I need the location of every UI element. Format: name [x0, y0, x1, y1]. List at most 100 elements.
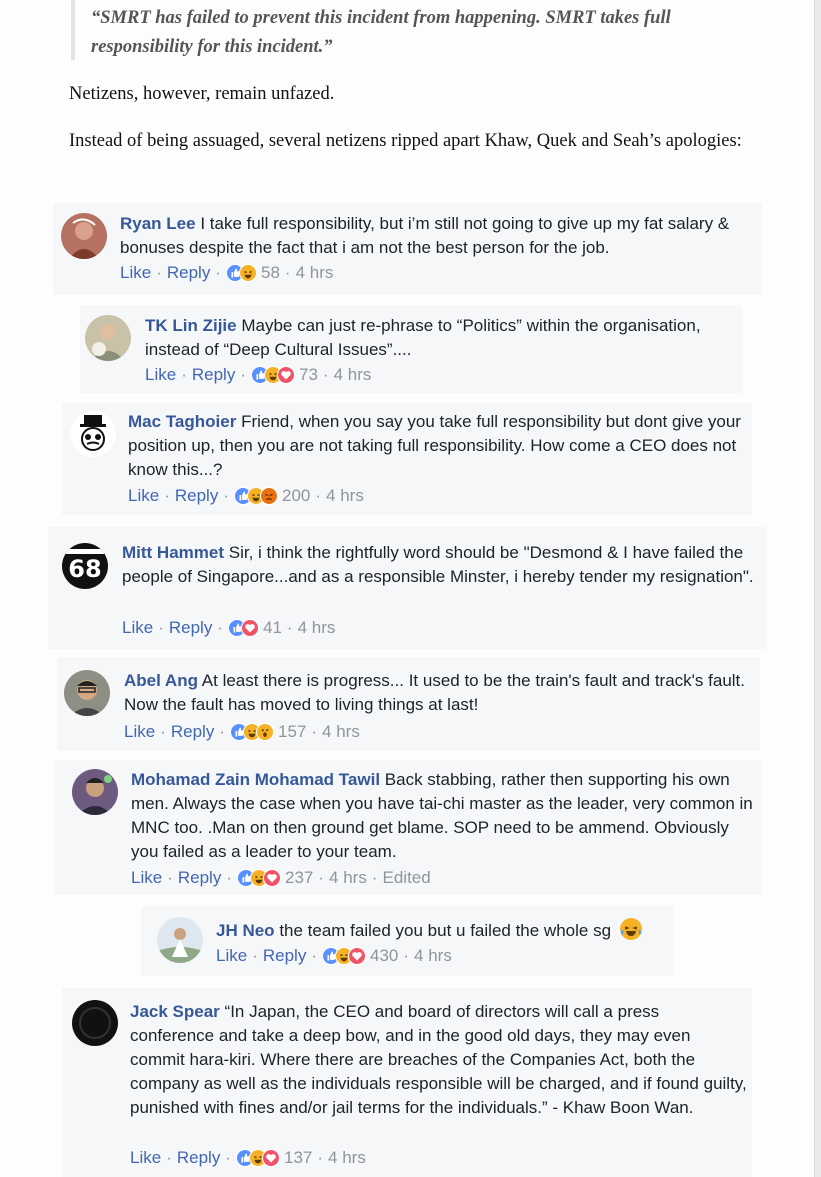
comment-author-link[interactable]: TK Lin Zijie [145, 316, 237, 335]
separator: · [226, 868, 232, 887]
comment-card: TK Lin Zijie Maybe can just re-phrase to… [80, 305, 742, 393]
reactions[interactable] [251, 366, 295, 384]
like-link[interactable]: Like [122, 618, 153, 638]
reply-link[interactable]: Reply [167, 263, 210, 283]
like-link[interactable]: Like [216, 946, 247, 966]
reply-link[interactable]: Reply [169, 618, 212, 638]
reactions[interactable] [237, 869, 281, 887]
avatar[interactable] [85, 315, 131, 361]
comment-body: Abel Ang At least there is progress... I… [124, 669, 756, 717]
timestamp[interactable]: 4 hrs [298, 618, 336, 638]
reply-link[interactable]: Reply [175, 486, 218, 506]
separator: · [311, 946, 317, 965]
comment-meta: Like · Reply · 137 · 4 hrs [130, 1148, 366, 1168]
like-link[interactable]: Like [120, 263, 151, 283]
separator: · [181, 365, 187, 384]
comment-author-link[interactable]: Mitt Hammet [122, 543, 224, 562]
avatar[interactable] [64, 670, 110, 716]
like-link[interactable]: Like [131, 868, 162, 888]
like-link[interactable]: Like [130, 1148, 161, 1168]
comment-text: the team failed you but u failed the who… [279, 921, 612, 940]
reply-link[interactable]: Reply [192, 365, 235, 385]
reaction-count: 200 [282, 486, 311, 505]
comment-meta: Like · Reply · 73 · 4 hrs [145, 365, 371, 385]
separator: · [219, 722, 225, 741]
like-link[interactable]: Like [145, 365, 176, 385]
article-paragraph-2: Instead of being assuaged, several netiz… [69, 131, 742, 151]
wow-face-icon [256, 723, 274, 741]
comment-body: JH Neo the team failed you but u failed … [216, 918, 671, 943]
comment-card: JH Neo the team failed you but u failed … [141, 906, 673, 976]
heart-icon [277, 366, 295, 384]
reactions[interactable] [230, 723, 274, 741]
timestamp[interactable]: 4 hrs [329, 868, 367, 888]
reactions[interactable] [322, 947, 366, 965]
reaction-count: 430 [370, 946, 399, 965]
reaction-count: 237 [285, 868, 314, 887]
reactions[interactable] [236, 1149, 280, 1167]
avatar[interactable]: 68 [62, 543, 108, 589]
reactions[interactable] [228, 619, 259, 637]
separator: · [252, 946, 258, 965]
separator: · [371, 868, 378, 887]
timestamp[interactable]: 4 hrs [414, 946, 452, 966]
avatar[interactable] [61, 213, 107, 259]
avatar[interactable] [70, 411, 116, 457]
tears-of-joy-emoji-icon [619, 918, 642, 940]
separator: · [315, 486, 322, 505]
comment-card: 68 Mitt Hammet Sir, i think the rightful… [48, 527, 766, 649]
separator: · [311, 722, 318, 741]
separator: · [156, 263, 162, 282]
quote-text: “SMRT has failed to prevent this inciden… [91, 8, 671, 57]
comment-author-link[interactable]: Mac Taghoier [128, 412, 236, 431]
separator: · [240, 365, 246, 384]
comment-meta: Like · Reply · 200 · 4 hrs [128, 486, 364, 506]
reactions[interactable] [234, 487, 278, 505]
reply-link[interactable]: Reply [177, 1148, 220, 1168]
avatar[interactable] [157, 917, 203, 963]
comment-text: “In Japan, the CEO and board of director… [130, 1002, 747, 1117]
comment-body: Mohamad Zain Mohamad Tawil Back stabbing… [131, 768, 757, 864]
comment-author-link[interactable]: Ryan Lee [120, 214, 196, 233]
like-link[interactable]: Like [128, 486, 159, 506]
reply-link[interactable]: Reply [171, 722, 214, 742]
comment-body: Ryan Lee I take full responsibility, but… [120, 212, 755, 260]
timestamp[interactable]: 4 hrs [322, 722, 360, 742]
comment-meta: Like · Reply · 157 · 4 hrs [124, 722, 360, 742]
article-blockquote: “SMRT has failed to prevent this inciden… [71, 0, 751, 60]
comment-card: Mac Taghoier Friend, when you say you ta… [62, 403, 752, 515]
reply-link[interactable]: Reply [178, 868, 221, 888]
comment-text: At least there is progress... It used to… [124, 671, 745, 714]
comment-card: Ryan Lee I take full responsibility, but… [53, 203, 762, 295]
comment-author-link[interactable]: JH Neo [216, 921, 275, 940]
comment-meta: Like · Reply · 41 · 4 hrs [122, 618, 335, 638]
separator: · [322, 365, 329, 384]
comment-author-link[interactable]: Jack Spear [130, 1002, 220, 1021]
reaction-count: 41 [263, 618, 282, 637]
reply-link[interactable]: Reply [263, 946, 306, 966]
comment-meta: Like · Reply · 237 · 4 hrs · Edited [131, 868, 431, 888]
timestamp[interactable]: 4 hrs [334, 365, 372, 385]
reactions[interactable] [226, 264, 257, 282]
angry-face-icon [260, 487, 278, 505]
comment-body: TK Lin Zijie Maybe can just re-phrase to… [145, 314, 737, 362]
separator: · [225, 1148, 231, 1167]
timestamp[interactable]: 4 hrs [326, 486, 364, 506]
laughing-face-icon [239, 264, 257, 282]
edited-label[interactable]: Edited [383, 868, 431, 888]
like-link[interactable]: Like [124, 722, 155, 742]
comment-author-link[interactable]: Abel Ang [124, 671, 198, 690]
comment-author-link[interactable]: Mohamad Zain Mohamad Tawil [131, 770, 380, 789]
separator: · [158, 618, 164, 637]
timestamp[interactable]: 4 hrs [296, 263, 334, 283]
separator: · [167, 868, 173, 887]
comment-meta: Like · Reply · 430 · 4 hrs [216, 946, 452, 966]
separator: · [223, 486, 229, 505]
separator: · [403, 946, 410, 965]
avatar[interactable] [72, 1000, 118, 1046]
svg-text:68: 68 [68, 555, 101, 583]
separator: · [160, 722, 166, 741]
avatar[interactable] [72, 769, 118, 815]
reaction-count: 73 [299, 365, 318, 384]
timestamp[interactable]: 4 hrs [328, 1148, 366, 1168]
